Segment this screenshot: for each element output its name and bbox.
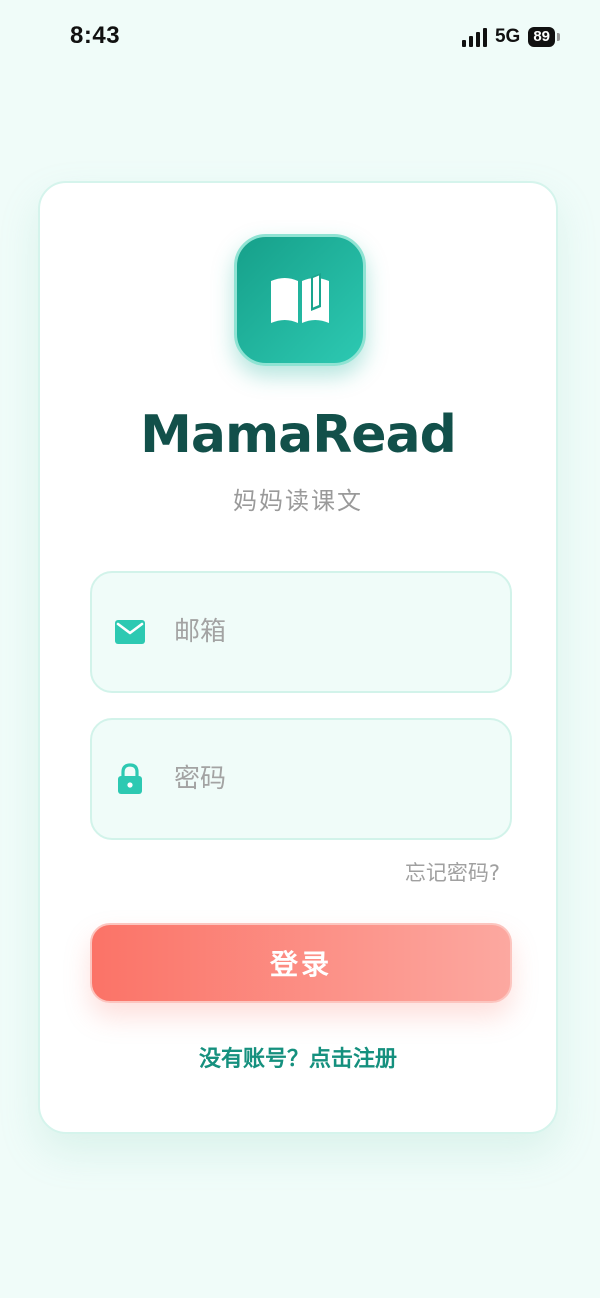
register-link[interactable]: 没有账号？点击注册 [40, 1041, 556, 1073]
email-input[interactable] [172, 573, 490, 691]
status-bar: 8:43 5G 89 [0, 0, 600, 80]
email-field[interactable] [90, 571, 512, 693]
open-book-icon [271, 273, 329, 323]
password-input[interactable] [172, 720, 490, 838]
app-logo [234, 234, 366, 366]
app-subtitle: 妈妈读课文 [233, 487, 363, 515]
password-field[interactable] [90, 718, 512, 840]
app-name: MamaRead [140, 405, 457, 465]
battery-level: 89 [528, 27, 555, 47]
status-time: 8:43 [70, 22, 121, 49]
network-type: 5G [494, 26, 521, 47]
forgot-password-link[interactable]: 忘记密码? [405, 857, 500, 887]
status-indicators: 5G 89 [461, 26, 560, 48]
battery-icon: 89 [528, 27, 560, 47]
mail-icon [114, 616, 146, 648]
login-button[interactable]: 登录 [90, 923, 512, 1003]
signal-icon [461, 27, 487, 47]
lock-icon [114, 763, 146, 795]
login-card: MamaRead 妈妈读课文 忘记密码? 登录 没有账号？点击注册 [38, 181, 558, 1134]
